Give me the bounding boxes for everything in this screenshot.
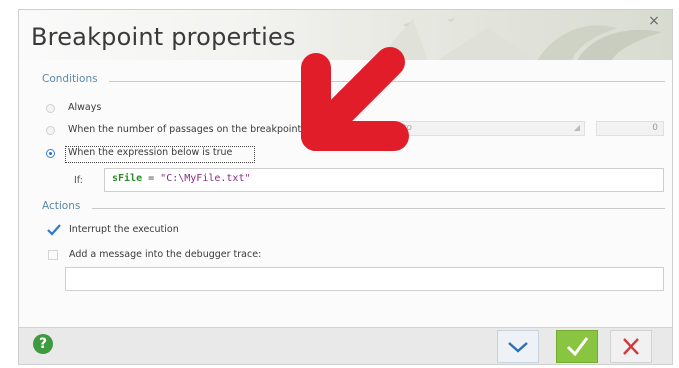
help-icon[interactable]: ? [33,334,53,354]
chevron-down-icon [508,342,528,353]
message-checkbox[interactable] [48,250,58,260]
cancel-x-icon [623,338,639,355]
if-label: If: [74,175,84,186]
dropdown-icon: ◢ [573,123,580,132]
expression-code: sFile = "C:\MyFile.txt" [112,173,250,184]
label-message: Add a message into the debugger trace: [69,249,262,260]
dialog-footer: ? [19,327,672,364]
trace-message-input[interactable] [65,267,664,291]
label-interrupt: Interrupt the execution [69,224,179,235]
conditions-divider [109,81,665,82]
radio-passages[interactable] [46,126,55,135]
cancel-button[interactable] [610,330,652,363]
expression-operator: = [142,173,161,184]
expression-variable: sFile [112,173,143,184]
passages-value: 0 [652,123,658,133]
radio-expression[interactable] [46,149,55,158]
expression-value: "C:\MyFile.txt" [160,173,251,184]
radio-always[interactable] [46,104,55,113]
passages-value-input[interactable]: 0 [596,121,664,136]
actions-divider [92,208,665,209]
label-expression: When the expression below is true [68,147,233,158]
label-passages: When the number of passages on the break… [68,124,302,135]
expand-button[interactable] [497,330,539,363]
close-icon[interactable]: × [646,13,662,29]
breakpoint-properties-dialog: Breakpoint properties × Conditions Alway… [18,9,673,365]
conditions-heading: Conditions [42,73,98,85]
passages-operator-value: to [403,123,413,133]
dialog-header: Breakpoint properties × [19,10,672,60]
expression-input[interactable]: sFile = "C:\MyFile.txt" [104,168,664,192]
ok-check-icon [566,337,589,357]
interrupt-check-icon[interactable] [47,224,61,236]
ok-button[interactable] [556,330,598,363]
actions-heading: Actions [42,200,81,212]
label-always: Always [68,102,102,113]
dialog-title: Breakpoint properties [31,23,296,51]
passages-operator-select[interactable]: to ◢ [397,121,585,136]
